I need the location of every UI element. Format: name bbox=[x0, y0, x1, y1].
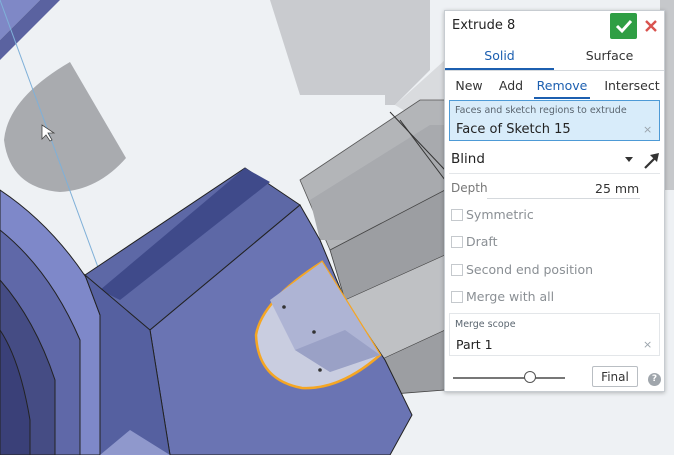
second-end-checkbox[interactable] bbox=[451, 264, 463, 276]
rollback-slider-track[interactable] bbox=[453, 377, 565, 379]
second-end-label: Second end position bbox=[466, 262, 594, 277]
clear-selection-icon[interactable]: × bbox=[643, 123, 652, 136]
body-type-tabs: Solid Surface bbox=[445, 43, 664, 71]
extrude-dialog: Extrude 8 Solid Surface New Add Remove I… bbox=[444, 10, 665, 392]
tab-add[interactable]: Add bbox=[497, 78, 525, 93]
merge-scope-label: Merge scope bbox=[455, 319, 516, 330]
close-icon bbox=[645, 20, 657, 32]
flip-direction-arrow-icon[interactable] bbox=[642, 150, 662, 170]
depth-input[interactable]: 25 mm bbox=[595, 181, 639, 196]
faces-selection-label: Faces and sketch regions to extrude bbox=[455, 105, 627, 116]
faces-selection-value: Face of Sketch 15 bbox=[456, 122, 571, 137]
operation-tabs: New Add Remove Intersect bbox=[445, 71, 664, 99]
depth-label: Depth bbox=[451, 181, 488, 195]
rollback-slider-handle[interactable] bbox=[524, 371, 536, 383]
merge-scope-field[interactable]: Merge scope Part 1 × bbox=[449, 313, 660, 356]
clear-merge-scope-icon[interactable]: × bbox=[643, 338, 652, 351]
cancel-button[interactable] bbox=[642, 17, 660, 35]
depth-field-underline bbox=[487, 198, 640, 199]
help-icon[interactable]: ? bbox=[648, 373, 661, 386]
dialog-title: Extrude 8 bbox=[452, 18, 516, 33]
faces-selection-field[interactable]: Faces and sketch regions to extrude Face… bbox=[449, 100, 660, 141]
checkmark-icon bbox=[615, 19, 633, 34]
draft-label: Draft bbox=[466, 234, 498, 249]
merge-with-all-label: Merge with all bbox=[466, 289, 555, 304]
tab-solid[interactable]: Solid bbox=[445, 48, 554, 63]
tab-intersect[interactable]: Intersect bbox=[604, 78, 660, 93]
merge-scope-value: Part 1 bbox=[456, 337, 493, 352]
tab-new[interactable]: New bbox=[453, 78, 485, 93]
accept-button[interactable] bbox=[610, 13, 637, 39]
symmetric-checkbox[interactable] bbox=[451, 209, 463, 221]
dialog-header: Extrude 8 bbox=[445, 11, 664, 41]
active-operation-indicator bbox=[534, 97, 590, 99]
tab-surface[interactable]: Surface bbox=[555, 48, 664, 63]
merge-with-all-checkbox[interactable] bbox=[451, 291, 463, 303]
end-type-dropdown[interactable]: Blind bbox=[451, 151, 485, 167]
chevron-down-icon[interactable] bbox=[625, 157, 633, 162]
draft-checkbox[interactable] bbox=[451, 236, 463, 248]
tab-remove[interactable]: Remove bbox=[536, 78, 588, 93]
divider bbox=[449, 173, 660, 174]
final-button[interactable]: Final bbox=[592, 366, 638, 387]
symmetric-label: Symmetric bbox=[466, 207, 534, 222]
